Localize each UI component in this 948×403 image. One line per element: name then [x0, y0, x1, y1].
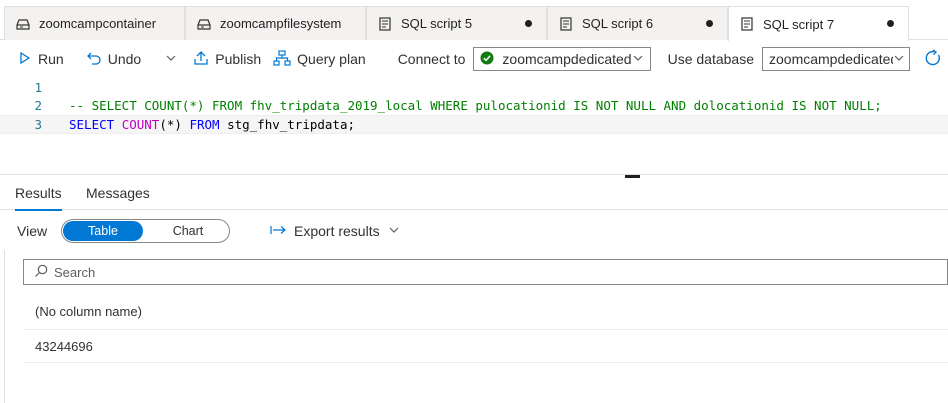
use-database-label: Use database: [667, 51, 754, 67]
use-database-select[interactable]: zoomcampdedicated: [762, 47, 910, 71]
unsaved-dot-icon: [525, 20, 532, 27]
tab-messages-label: Messages: [86, 185, 150, 201]
editor-toolbar: Run Undo Publish Query plan Connect to z…: [0, 41, 948, 77]
tab-results-label: Results: [15, 185, 62, 201]
column-header-label: (No column name): [35, 303, 142, 319]
connect-to-value: zoomcampdedicated: [502, 51, 632, 67]
tab-label: zoomcampcontainer: [39, 16, 157, 31]
publish-button[interactable]: Publish: [193, 44, 267, 74]
code-comment: -- SELECT COUNT(*) FROM fhv_tripdata_201…: [69, 98, 882, 113]
keyword-select: SELECT: [69, 117, 115, 132]
code-line: 1: [0, 78, 948, 97]
tab-zoomcampcontainer[interactable]: zoomcampcontainer: [4, 6, 185, 40]
unsaved-dot-icon: [887, 20, 894, 27]
run-button[interactable]: Run: [12, 44, 70, 74]
function-args: (*): [159, 117, 182, 132]
sql-script-icon: [558, 16, 574, 32]
column-header[interactable]: (No column name): [23, 293, 948, 330]
function-count: COUNT: [121, 117, 160, 132]
undo-label: Undo: [107, 51, 142, 67]
unsaved-dot-icon: [706, 20, 713, 27]
code-text: SELECT COUNT(*) FROM stg_fhv_tripdata;: [69, 117, 355, 132]
refresh-button[interactable]: [918, 44, 948, 74]
chevron-down-icon: [893, 52, 905, 67]
results-grid: (No column name) 43244696: [23, 293, 948, 363]
table-cell: 43244696: [35, 338, 93, 354]
sql-script-icon: [377, 16, 393, 32]
chevron-down-icon: [165, 52, 177, 67]
play-icon: [18, 51, 32, 68]
sql-script-icon: [739, 16, 755, 32]
panel-border: [4, 250, 5, 403]
pane-splitter[interactable]: [0, 174, 948, 175]
connect-to-label: Connect to: [397, 51, 466, 67]
export-results-label: Export results: [294, 223, 380, 239]
view-chart-option[interactable]: Chart: [148, 221, 228, 241]
undo-button[interactable]: Undo: [86, 44, 147, 74]
query-plan-label: Query plan: [297, 51, 366, 67]
refresh-icon: [924, 48, 942, 70]
undo-icon: [86, 50, 102, 69]
run-label: Run: [38, 51, 64, 67]
export-arrow-icon: [270, 224, 288, 239]
tab-zoomcampfilesystem[interactable]: zoomcampfilesystem: [185, 6, 366, 40]
search-icon: [34, 264, 48, 281]
line-number: 3: [34, 117, 42, 132]
code-line-current: 3 SELECT COUNT(*) FROM stg_fhv_tripdata;: [0, 115, 948, 134]
chevron-down-icon: [388, 224, 400, 239]
tab-label: SQL script 5: [401, 16, 473, 31]
storage-container-icon: [15, 16, 31, 32]
tab-messages[interactable]: Messages: [86, 176, 150, 210]
tab-label: zoomcampfilesystem: [220, 16, 342, 31]
keyword-from: FROM: [189, 117, 220, 132]
use-database-value: zoomcampdedicated: [769, 51, 893, 67]
results-tabs: Results Messages: [0, 176, 948, 211]
publish-label: Publish: [215, 51, 262, 67]
tab-sql-script-5[interactable]: SQL script 5: [366, 6, 547, 40]
tab-results[interactable]: Results: [15, 176, 62, 211]
storage-container-icon: [196, 16, 212, 32]
table-row[interactable]: 43244696: [23, 330, 948, 363]
connected-check-icon: [480, 51, 494, 68]
export-results-button[interactable]: Export results: [264, 216, 406, 246]
query-plan-icon: [273, 49, 291, 69]
sql-editor[interactable]: 1 2 -- SELECT COUNT(*) FROM fhv_tripdata…: [0, 78, 948, 170]
view-row: View Table Chart Export results: [0, 216, 948, 246]
tab-label: SQL script 7: [763, 16, 835, 32]
line-number: 1: [34, 80, 42, 95]
table-name: stg_fhv_tripdata;: [227, 117, 356, 132]
search-placeholder: Search: [54, 264, 96, 280]
chevron-down-icon: [632, 52, 644, 67]
tab-bar: zoomcampcontainer zoomcampfilesystem SQL…: [0, 0, 948, 41]
query-plan-button[interactable]: Query plan: [267, 44, 371, 74]
view-table-label: Table: [88, 224, 118, 238]
tab-sql-script-7[interactable]: SQL script 7: [728, 6, 909, 41]
line-number: 2: [34, 98, 42, 113]
tab-label: SQL script 6: [582, 16, 654, 31]
view-label: View: [17, 223, 48, 239]
view-toggle[interactable]: Table Chart: [61, 219, 230, 243]
results-search-input[interactable]: Search: [23, 259, 948, 285]
connect-to-select[interactable]: zoomcampdedicated: [473, 47, 651, 71]
view-chart-label: Chart: [172, 224, 204, 238]
undo-dropdown-button[interactable]: [161, 44, 181, 74]
view-table-option[interactable]: Table: [63, 221, 143, 241]
code-line: 2 -- SELECT COUNT(*) FROM fhv_tripdata_2…: [0, 96, 948, 115]
publish-icon: [193, 50, 209, 69]
tab-sql-script-6[interactable]: SQL script 6: [547, 6, 728, 40]
